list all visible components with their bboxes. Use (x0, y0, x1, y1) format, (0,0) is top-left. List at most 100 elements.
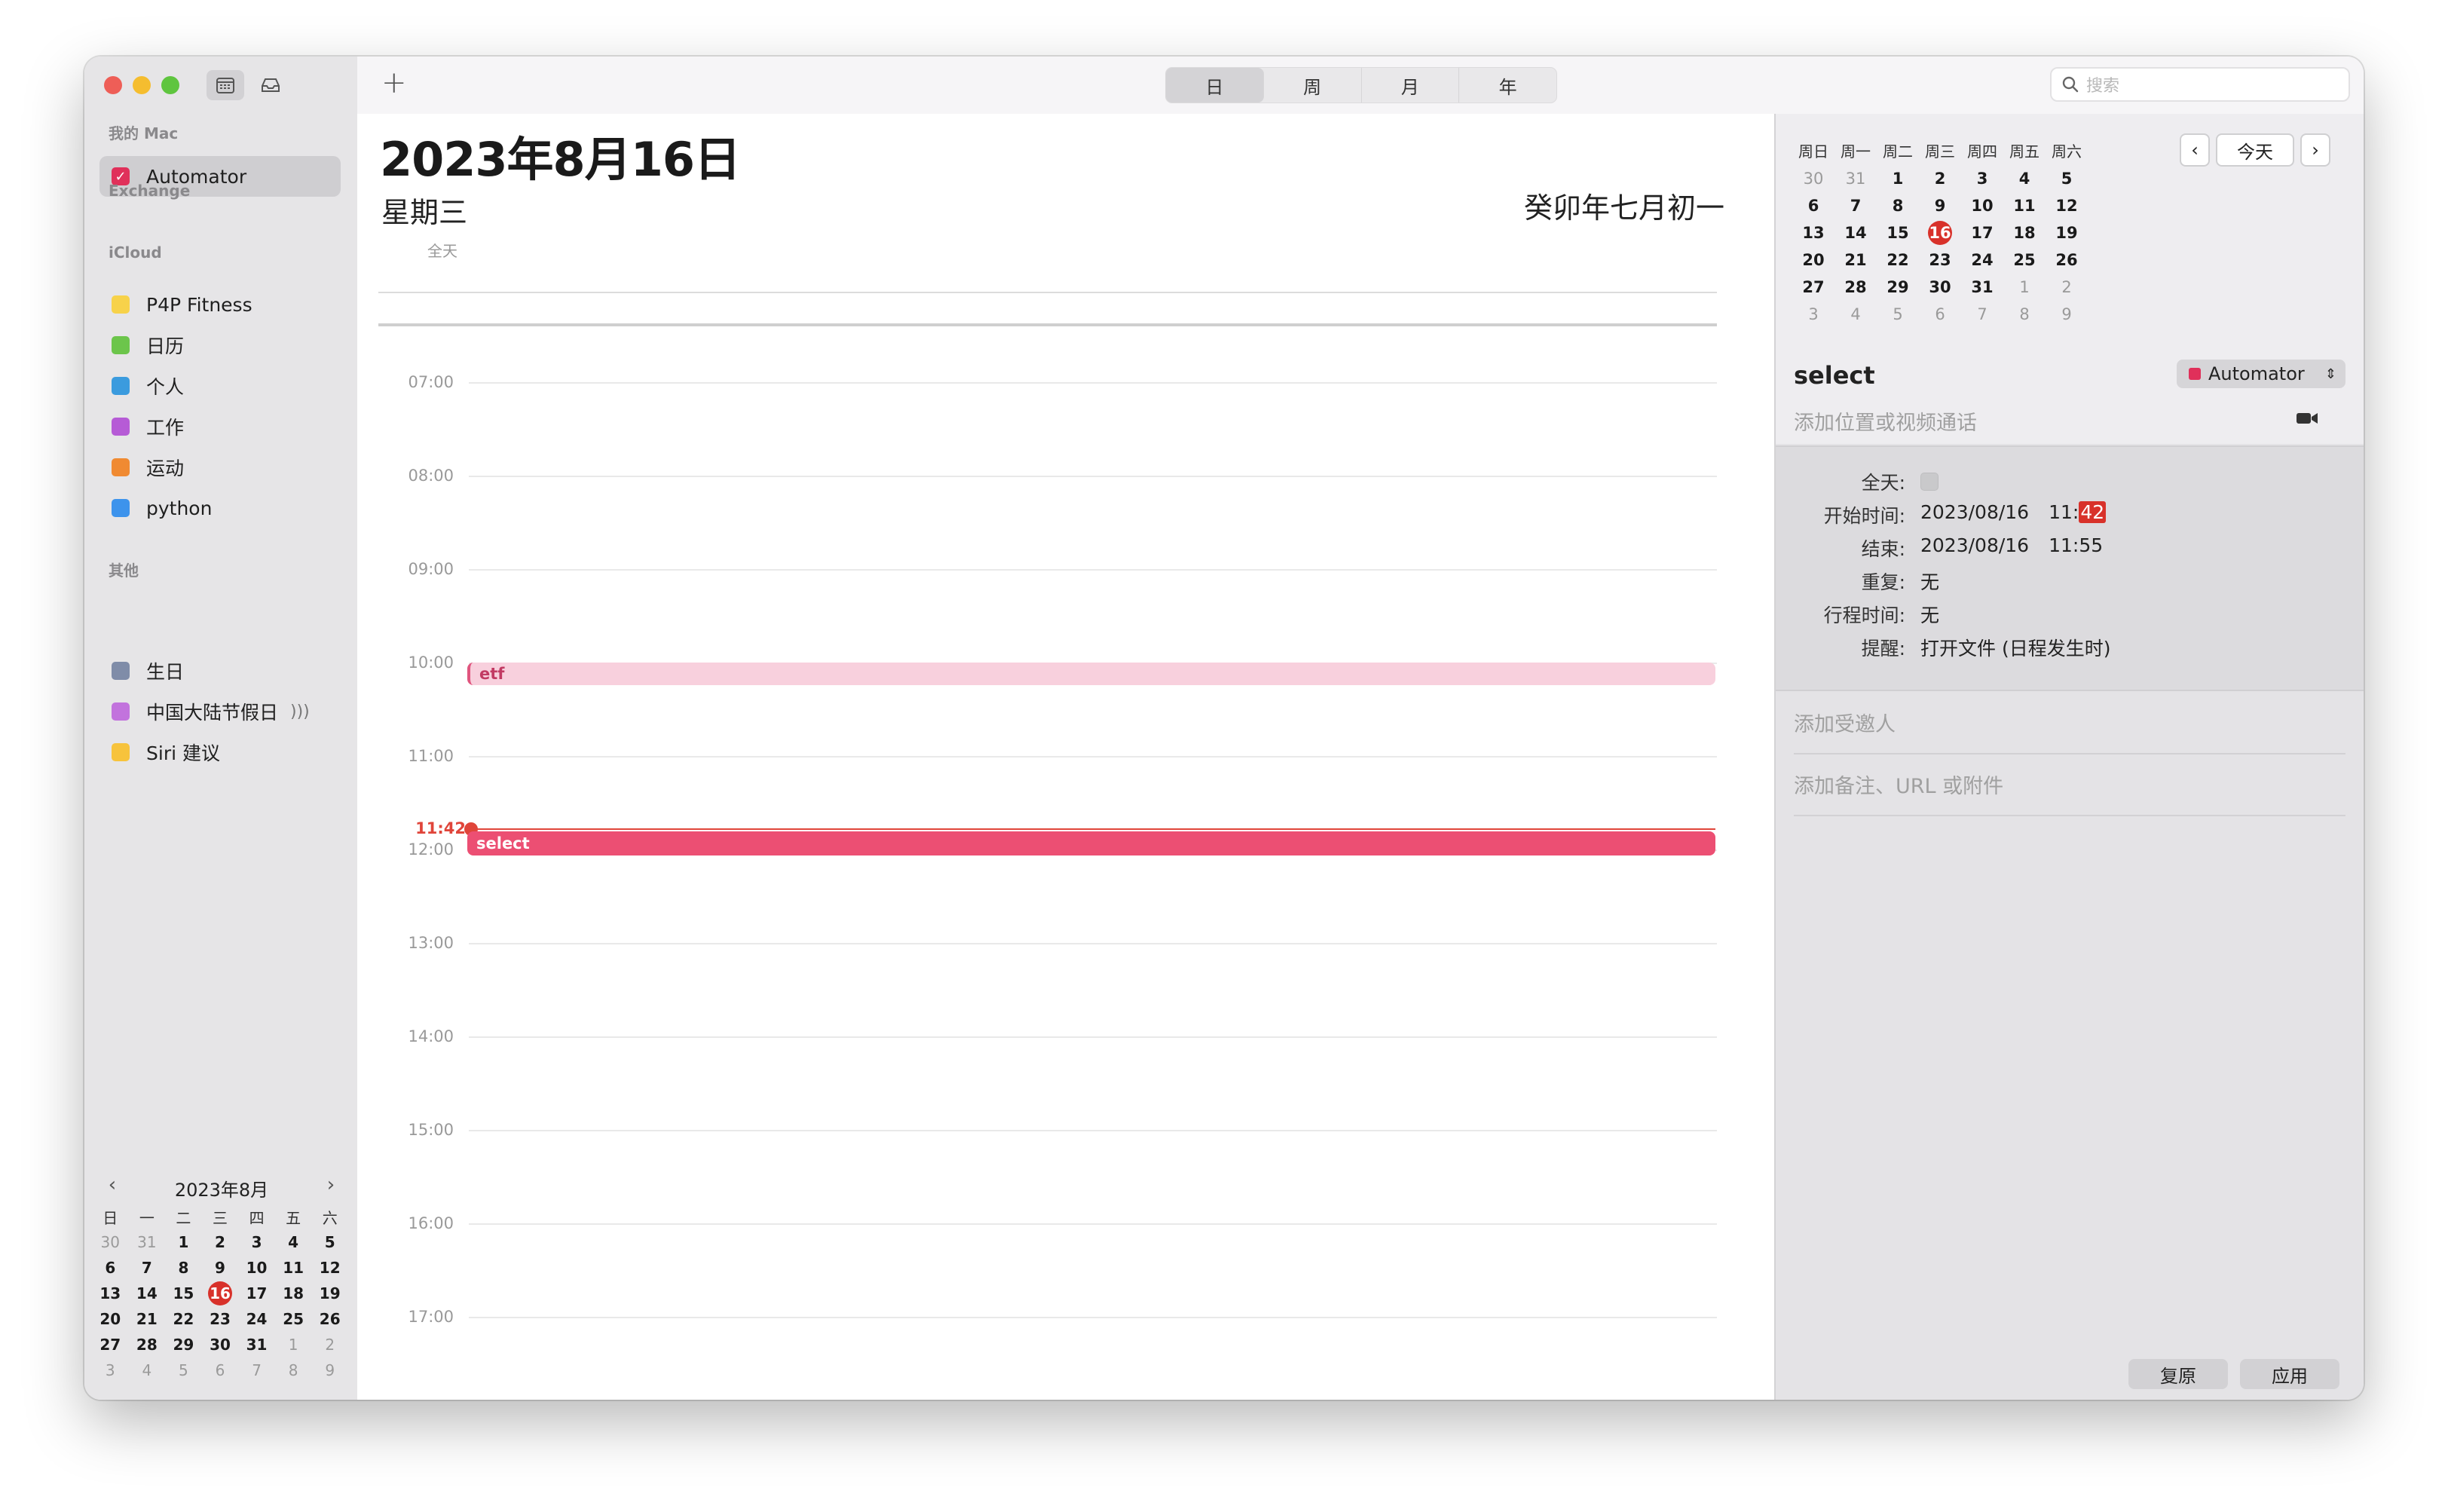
calendar-day[interactable]: 13 (92, 1281, 129, 1306)
add-invitees-field[interactable]: 添加受邀人 (1794, 708, 1896, 737)
calendar-day[interactable]: 9 (1919, 192, 1961, 219)
calendar-day[interactable]: 7 (1834, 192, 1877, 219)
all-day-checkbox[interactable] (1920, 468, 1939, 491)
calendar-day[interactable]: 23 (1919, 246, 1961, 274)
today-button[interactable]: 今天 (2216, 133, 2294, 167)
calendar-checkbox[interactable] (112, 418, 130, 436)
add-notes-field[interactable]: 添加备注、URL 或附件 (1794, 770, 2003, 799)
calendar-day[interactable]: 18 (275, 1281, 312, 1306)
calendar-day[interactable]: 3 (92, 1357, 129, 1383)
calendar-day[interactable]: 3 (1961, 165, 2003, 192)
view-tab[interactable]: 年 (1459, 68, 1556, 103)
calendar-day[interactable]: 11 (2003, 192, 2046, 219)
calendar-popup[interactable]: Automator ⇕ (2177, 360, 2345, 388)
calendar-day[interactable]: 20 (1792, 246, 1834, 274)
calendar-day[interactable]: 25 (2003, 246, 2046, 274)
calendar-checkbox[interactable] (112, 377, 130, 395)
calendar-day[interactable]: 16 (202, 1281, 239, 1306)
sidebar-calendar-item[interactable]: 日历 (99, 325, 341, 366)
calendar-day[interactable]: 4 (1834, 301, 1877, 328)
time-value[interactable]: 11:55 (2049, 534, 2103, 556)
calendar-day[interactable]: 12 (311, 1255, 348, 1281)
calendar-day[interactable]: 30 (92, 1229, 129, 1255)
sidebar-calendar-item[interactable]: P4P Fitness (99, 284, 341, 325)
calendar-list-toggle-button[interactable] (207, 70, 244, 100)
video-camera-icon[interactable] (2296, 411, 2318, 426)
calendar-day[interactable]: 29 (165, 1332, 202, 1357)
date-value[interactable]: 2023/08/16 (1920, 534, 2029, 556)
calendar-day[interactable]: 1 (165, 1229, 202, 1255)
minimize-window-button[interactable] (133, 76, 151, 94)
mini-calendar-next-button[interactable]: › (320, 1174, 342, 1196)
calendar-day[interactable]: 4 (129, 1357, 166, 1383)
date-value[interactable]: 2023/08/16 (1920, 501, 2029, 523)
calendar-day[interactable]: 4 (2003, 165, 2046, 192)
calendar-day[interactable]: 15 (165, 1281, 202, 1306)
calendar-day[interactable]: 11 (275, 1255, 312, 1281)
sidebar-calendar-item[interactable]: 个人 (99, 366, 341, 406)
property-value[interactable]: 无 (1920, 601, 1939, 628)
calendar-day[interactable]: 14 (129, 1281, 166, 1306)
hour-row[interactable]: 07:00 (357, 373, 1774, 405)
calendar-day[interactable]: 28 (129, 1332, 166, 1357)
inspector-next-month-button[interactable]: › (2300, 133, 2330, 167)
sidebar-calendar-item[interactable]: 工作 (99, 406, 341, 447)
calendar-day[interactable]: 27 (92, 1332, 129, 1357)
sidebar-calendar-item[interactable]: 生日 (99, 650, 341, 691)
inbox-button[interactable] (252, 70, 289, 100)
calendar-day[interactable]: 17 (1961, 219, 2003, 246)
add-event-button[interactable]: + (381, 66, 407, 100)
property-value[interactable]: 打开文件 (日程发生时) (1920, 634, 2110, 661)
hour-row[interactable]: 17:00 (357, 1308, 1774, 1339)
checkbox[interactable] (1920, 473, 1939, 491)
calendar-day[interactable]: 17 (238, 1281, 275, 1306)
sidebar-calendar-item[interactable]: Siri 建议 (99, 732, 341, 773)
event-etf[interactable]: etf (467, 663, 1715, 685)
calendar-day[interactable]: 28 (1834, 274, 1877, 301)
view-tab[interactable]: 月 (1362, 68, 1460, 103)
calendar-checkbox[interactable] (112, 662, 130, 680)
calendar-day[interactable]: 2 (311, 1332, 348, 1357)
event-select[interactable]: select (467, 831, 1715, 855)
calendar-day[interactable]: 30 (1919, 274, 1961, 301)
time-value[interactable]: 11:42 (2049, 501, 2107, 523)
calendar-day[interactable]: 29 (1877, 274, 1919, 301)
calendar-day[interactable]: 6 (92, 1255, 129, 1281)
calendar-day[interactable]: 9 (311, 1357, 348, 1383)
sidebar-calendar-item[interactable]: 运动 (99, 447, 341, 488)
calendar-checkbox[interactable] (112, 702, 130, 721)
calendar-day[interactable]: 12 (2046, 192, 2088, 219)
calendar-day[interactable]: 10 (238, 1255, 275, 1281)
hour-row[interactable]: 09:00 (357, 560, 1774, 592)
property-value[interactable]: 无 (1920, 568, 1939, 595)
calendar-checkbox[interactable] (112, 499, 130, 517)
calendar-day[interactable]: 14 (1834, 219, 1877, 246)
calendar-day[interactable]: 2 (1919, 165, 1961, 192)
calendar-day[interactable]: 23 (202, 1306, 239, 1332)
calendar-day[interactable]: 26 (2046, 246, 2088, 274)
revert-button[interactable]: 复原 (2128, 1359, 2228, 1389)
event-title[interactable]: select (1794, 361, 1875, 390)
view-tab[interactable]: 日 (1166, 68, 1264, 103)
sidebar-calendar-item[interactable]: 中国大陆节假日))) (99, 691, 341, 732)
calendar-day[interactable]: 7 (238, 1357, 275, 1383)
calendar-day[interactable]: 31 (238, 1332, 275, 1357)
calendar-day[interactable]: 27 (1792, 274, 1834, 301)
calendar-day[interactable]: 10 (1961, 192, 2003, 219)
close-window-button[interactable] (104, 76, 122, 94)
location-field[interactable]: 添加位置或视频通话 (1794, 406, 1977, 436)
hour-row[interactable]: 15:00 (357, 1121, 1774, 1152)
calendar-day[interactable]: 5 (2046, 165, 2088, 192)
calendar-day[interactable]: 2 (202, 1229, 239, 1255)
inspector-prev-month-button[interactable]: ‹ (2180, 133, 2210, 167)
calendar-day[interactable]: 9 (2046, 301, 2088, 328)
calendar-day[interactable]: 9 (202, 1255, 239, 1281)
hour-row[interactable]: 16:00 (357, 1214, 1774, 1246)
calendar-day[interactable]: 4 (275, 1229, 312, 1255)
calendar-day[interactable]: 19 (2046, 219, 2088, 246)
calendar-checkbox[interactable] (112, 336, 130, 354)
calendar-day[interactable]: 7 (129, 1255, 166, 1281)
calendar-day[interactable]: 3 (238, 1229, 275, 1255)
calendar-day[interactable]: 20 (92, 1306, 129, 1332)
calendar-day[interactable]: 1 (275, 1332, 312, 1357)
